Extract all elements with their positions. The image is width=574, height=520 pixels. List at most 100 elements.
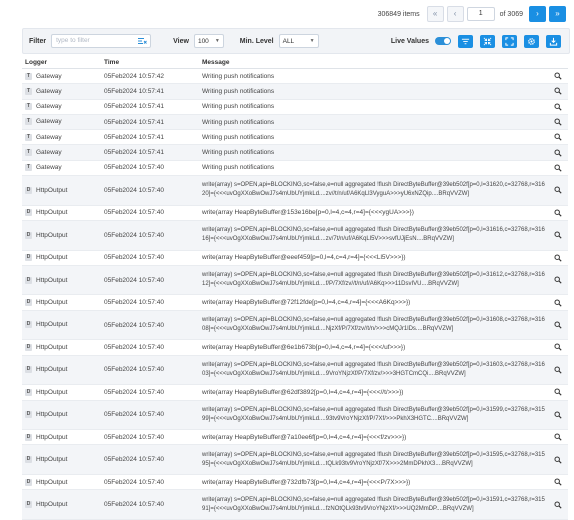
live-values-toggle[interactable] bbox=[435, 37, 451, 45]
page-number-input[interactable]: 1 bbox=[466, 7, 495, 21]
toggle-knob bbox=[444, 38, 450, 44]
row-details-button[interactable] bbox=[548, 276, 568, 284]
filter-clear-icon[interactable] bbox=[137, 36, 147, 46]
log-level-badge: T bbox=[25, 164, 32, 172]
time-cell: 05Feb2024 10:57:42 bbox=[104, 72, 164, 80]
logger-name: HttpOutput bbox=[36, 366, 68, 374]
logger-name: Gateway bbox=[36, 164, 62, 172]
row-details-button[interactable] bbox=[548, 478, 568, 486]
time-cell: 05Feb2024 10:57:40 bbox=[104, 456, 164, 464]
column-header-message[interactable]: Message bbox=[202, 59, 548, 66]
table-row[interactable]: D HttpOutput 05Feb2024 10:57:40 write(array… bbox=[22, 430, 568, 446]
search-icon bbox=[554, 276, 562, 284]
logger-name: HttpOutput bbox=[36, 186, 68, 194]
filter-input[interactable]: type to filter bbox=[51, 34, 152, 48]
message-text: write(array HeapByteBuffer@72f12fde[p=0,… bbox=[202, 299, 411, 307]
logger-cell: D HttpOutput bbox=[22, 254, 104, 262]
table-row[interactable]: D HttpOutput 05Feb2024 10:57:40 write(array… bbox=[22, 206, 568, 221]
filter-levels-button[interactable] bbox=[458, 34, 473, 48]
row-details-button[interactable] bbox=[548, 103, 568, 111]
table-row[interactable]: T Gateway 05Feb2024 10:57:41 Writing push n… bbox=[22, 100, 568, 115]
table-row[interactable]: D HttpOutput 05Feb2024 10:57:40 write(array… bbox=[22, 385, 568, 401]
table-row[interactable]: D HttpOutput 05Feb2024 10:57:40 write(array… bbox=[22, 295, 568, 311]
column-header-time[interactable]: Time bbox=[104, 59, 202, 66]
logger-name: HttpOutput bbox=[36, 433, 68, 441]
table-row[interactable]: T Gateway 05Feb2024 10:57:41 Writing push n… bbox=[22, 145, 568, 161]
logger-name: HttpOutput bbox=[36, 456, 68, 464]
log-level-badge: D bbox=[25, 186, 32, 194]
table-row[interactable]: D HttpOutput 05Feb2024 10:57:40 write(array… bbox=[22, 445, 568, 476]
live-values-control: Live Values bbox=[391, 37, 451, 45]
table-row[interactable]: D HttpOutput 05Feb2024 10:57:40 write(array… bbox=[22, 220, 568, 251]
message-cell: Writing push notifications bbox=[202, 102, 548, 111]
message-text: write(array) s=OPEN,api=BLOCKING,sc=fals… bbox=[202, 496, 545, 512]
min-level-select[interactable]: ALL ▼ bbox=[278, 34, 319, 48]
row-details-button[interactable] bbox=[548, 231, 568, 239]
table-row[interactable]: T Gateway 05Feb2024 10:57:42 Writing push n… bbox=[22, 69, 568, 85]
settings-button[interactable] bbox=[524, 34, 539, 48]
table-row[interactable]: D HttpOutput 05Feb2024 10:57:40 write(array… bbox=[22, 251, 568, 266]
row-details-button[interactable] bbox=[548, 388, 568, 396]
table-row[interactable]: D HttpOutput 05Feb2024 10:57:40 write(array… bbox=[22, 340, 568, 356]
row-details-button[interactable] bbox=[548, 72, 568, 80]
table-row[interactable]: T Gateway 05Feb2024 10:57:41 Writing push n… bbox=[22, 114, 568, 131]
time-cell: 05Feb2024 10:57:40 bbox=[104, 321, 164, 329]
time-cell: 05Feb2024 10:57:40 bbox=[104, 209, 164, 217]
row-details-button[interactable] bbox=[548, 254, 568, 262]
message-cell: write(array HeapByteBuffer@153e16be[p=0,… bbox=[202, 208, 548, 217]
log-level-badge: D bbox=[25, 478, 32, 486]
table-row[interactable]: T Gateway 05Feb2024 10:57:41 Writing push n… bbox=[22, 84, 568, 100]
row-details-button[interactable] bbox=[548, 433, 568, 441]
fullscreen-button[interactable] bbox=[502, 34, 517, 48]
row-details-button[interactable] bbox=[548, 164, 568, 172]
row-details-button[interactable] bbox=[548, 456, 568, 464]
prev-page-button[interactable]: ‹ bbox=[446, 6, 464, 22]
row-details-button[interactable] bbox=[548, 343, 568, 352]
log-level-badge: D bbox=[25, 321, 32, 329]
table-row[interactable]: D HttpOutput 05Feb2024 10:57:40 write(array… bbox=[22, 475, 568, 491]
time-cell: 05Feb2024 10:57:40 bbox=[104, 388, 164, 396]
first-page-button[interactable]: « bbox=[426, 6, 444, 22]
filter-label: Filter bbox=[29, 37, 47, 45]
next-page-button[interactable]: › bbox=[529, 6, 546, 22]
row-details-button[interactable] bbox=[548, 133, 568, 141]
time-cell: 05Feb2024 10:57:40 bbox=[104, 231, 164, 239]
message-cell: write(array) s=OPEN,api=BLOCKING,sc=fals… bbox=[202, 361, 548, 379]
table-row[interactable]: T Gateway 05Feb2024 10:57:41 Writing push n… bbox=[22, 130, 568, 146]
row-details-button[interactable] bbox=[548, 321, 568, 329]
row-details-button[interactable] bbox=[548, 366, 568, 374]
search-icon bbox=[554, 164, 562, 172]
table-row[interactable]: D HttpOutput 05Feb2024 10:57:40 write(array… bbox=[22, 310, 568, 341]
logger-cell: D HttpOutput bbox=[22, 366, 104, 374]
download-button[interactable] bbox=[546, 34, 561, 48]
log-level-badge: D bbox=[25, 231, 32, 239]
live-values-label: Live Values bbox=[390, 37, 429, 45]
row-details-button[interactable] bbox=[548, 87, 568, 96]
message-cell: Writing push notifications bbox=[202, 133, 548, 142]
logger-cell: T Gateway bbox=[22, 87, 104, 95]
message-text: write(array HeapByteBuffer@62df3892[p=0,… bbox=[202, 388, 404, 396]
row-details-button[interactable] bbox=[548, 186, 568, 194]
log-level-badge: D bbox=[25, 343, 32, 351]
table-row[interactable]: T Gateway 05Feb2024 10:57:40 Writing push n… bbox=[22, 161, 568, 177]
collapse-button[interactable] bbox=[480, 34, 495, 48]
message-text: Writing push notifications bbox=[202, 149, 275, 157]
table-row[interactable]: D HttpOutput 05Feb2024 10:57:40 write(array… bbox=[22, 400, 568, 431]
table-row[interactable]: D HttpOutput 05Feb2024 10:57:40 write(array… bbox=[22, 176, 568, 206]
message-text: Writing push notifications bbox=[202, 133, 275, 141]
log-level-badge: T bbox=[25, 118, 32, 126]
row-details-button[interactable] bbox=[548, 411, 568, 419]
row-details-button[interactable] bbox=[548, 209, 568, 217]
last-page-button[interactable]: » bbox=[549, 6, 566, 22]
row-details-button[interactable] bbox=[548, 118, 568, 126]
row-details-button[interactable] bbox=[548, 149, 568, 157]
message-text: write(array) s=OPEN,api=BLOCKING,sc=fals… bbox=[202, 361, 545, 377]
table-row[interactable]: D HttpOutput 05Feb2024 10:57:40 write(array… bbox=[22, 355, 568, 386]
column-header-logger[interactable]: Logger bbox=[22, 59, 104, 66]
row-details-button[interactable] bbox=[548, 501, 568, 509]
view-select[interactable]: 100 ▼ bbox=[193, 34, 224, 48]
table-row[interactable]: D HttpOutput 05Feb2024 10:57:40 write(array… bbox=[22, 265, 568, 296]
logger-name: HttpOutput bbox=[36, 298, 68, 306]
table-row[interactable]: D HttpOutput 05Feb2024 10:57:40 write(array… bbox=[22, 490, 568, 520]
row-details-button[interactable] bbox=[548, 299, 568, 307]
